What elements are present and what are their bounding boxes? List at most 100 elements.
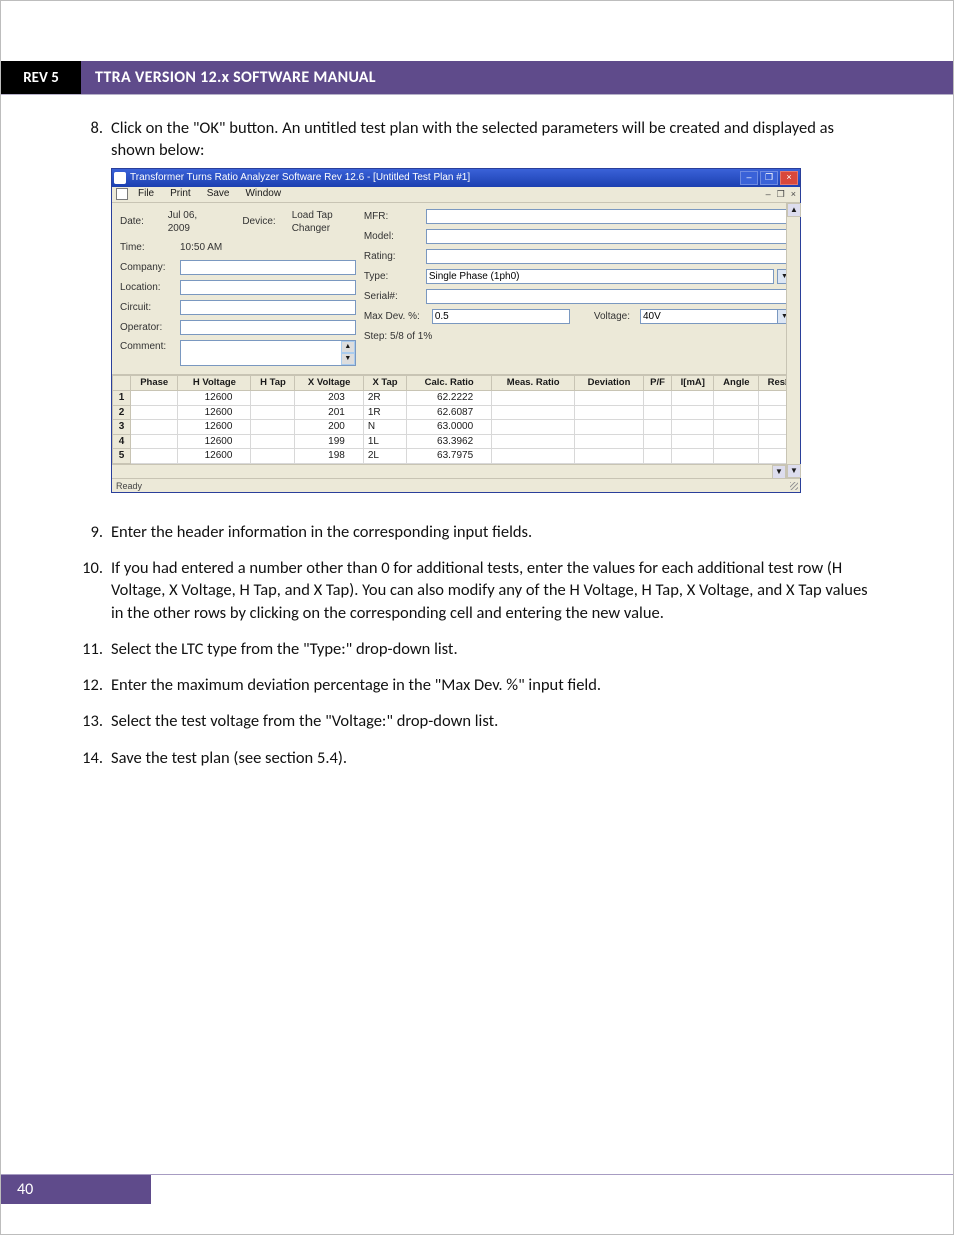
cell-calcratio[interactable]: 63.7975: [407, 449, 492, 464]
test-grid[interactable]: Phase H Voltage H Tap X Voltage X Tap Ca…: [112, 375, 800, 464]
maxdev-field[interactable]: [432, 309, 570, 324]
col-deviation[interactable]: Deviation: [575, 375, 644, 391]
scroll-down-icon[interactable]: ▼: [341, 353, 355, 365]
scroll-up-arrow-icon[interactable]: ▲: [787, 203, 801, 217]
model-field[interactable]: [426, 229, 792, 244]
col-ima[interactable]: I[mA]: [672, 375, 714, 391]
cell-deviation[interactable]: [575, 449, 644, 464]
scroll-down-arrow-icon[interactable]: ▼: [787, 464, 801, 478]
cell-angle[interactable]: [714, 420, 759, 435]
cell-xtap[interactable]: 1R: [363, 405, 406, 420]
table-row[interactable]: 312600200N63.0000: [113, 420, 800, 435]
cell-xvoltage[interactable]: 199: [295, 434, 363, 449]
cell-hvoltage[interactable]: 12600: [178, 449, 251, 464]
serial-field[interactable]: [426, 289, 792, 304]
scroll-down-arrow-icon[interactable]: ▼: [772, 465, 786, 479]
cell-pf[interactable]: [643, 420, 671, 435]
minimize-button[interactable]: –: [740, 171, 758, 185]
cell-hvoltage[interactable]: 12600: [178, 405, 251, 420]
cell-phase[interactable]: [131, 405, 178, 420]
cell-xtap[interactable]: 2L: [363, 449, 406, 464]
cell-pf[interactable]: [643, 434, 671, 449]
cell-hvoltage[interactable]: 12600: [178, 434, 251, 449]
cell-calcratio[interactable]: 63.0000: [407, 420, 492, 435]
cell-angle[interactable]: [714, 449, 759, 464]
menu-window[interactable]: Window: [239, 187, 287, 201]
cell-ima[interactable]: [672, 434, 714, 449]
cell-phase[interactable]: [131, 391, 178, 406]
col-phase[interactable]: Phase: [131, 375, 178, 391]
circuit-field[interactable]: [180, 300, 356, 315]
menu-save[interactable]: Save: [201, 187, 236, 201]
horizontal-scrollbar[interactable]: ▼: [112, 464, 800, 478]
cell-htap[interactable]: [251, 434, 295, 449]
titlebar[interactable]: Transformer Turns Ratio Analyzer Softwar…: [112, 169, 800, 187]
cell-pf[interactable]: [643, 449, 671, 464]
type-dropdown[interactable]: [426, 269, 774, 284]
cell-xvoltage[interactable]: 200: [295, 420, 363, 435]
cell-rownum[interactable]: 4: [113, 434, 131, 449]
table-row[interactable]: 5126001982L63.7975: [113, 449, 800, 464]
col-pf[interactable]: P/F: [643, 375, 671, 391]
vertical-scrollbar[interactable]: ▲ ▼: [786, 203, 800, 478]
cell-xtap[interactable]: 1L: [363, 434, 406, 449]
cell-xtap[interactable]: 2R: [363, 391, 406, 406]
maximize-button[interactable]: ❐: [760, 171, 778, 185]
rating-field[interactable]: [426, 249, 792, 264]
cell-angle[interactable]: [714, 434, 759, 449]
cell-calcratio[interactable]: 62.6087: [407, 405, 492, 420]
cell-phase[interactable]: [131, 434, 178, 449]
comment-field[interactable]: ▲ ▼: [180, 340, 356, 366]
table-row[interactable]: 1126002032R62.2222: [113, 391, 800, 406]
cell-pf[interactable]: [643, 405, 671, 420]
cell-measratio[interactable]: [492, 449, 575, 464]
voltage-dropdown[interactable]: [640, 309, 778, 324]
cell-htap[interactable]: [251, 420, 295, 435]
close-button[interactable]: ×: [780, 171, 798, 185]
cell-rownum[interactable]: 5: [113, 449, 131, 464]
cell-htap[interactable]: [251, 391, 295, 406]
location-field[interactable]: [180, 280, 356, 295]
cell-calcratio[interactable]: 62.2222: [407, 391, 492, 406]
mdi-minimize-button[interactable]: –: [766, 188, 771, 200]
cell-hvoltage[interactable]: 12600: [178, 420, 251, 435]
mdi-doc-icon[interactable]: [116, 188, 128, 200]
menu-file[interactable]: File: [132, 187, 160, 201]
cell-measratio[interactable]: [492, 434, 575, 449]
cell-measratio[interactable]: [492, 420, 575, 435]
col-xtap[interactable]: X Tap: [363, 375, 406, 391]
cell-measratio[interactable]: [492, 405, 575, 420]
cell-deviation[interactable]: [575, 434, 644, 449]
cell-xvoltage[interactable]: 201: [295, 405, 363, 420]
cell-rownum[interactable]: 3: [113, 420, 131, 435]
cell-rownum[interactable]: 2: [113, 405, 131, 420]
col-calcratio[interactable]: Calc. Ratio: [407, 375, 492, 391]
col-measratio[interactable]: Meas. Ratio: [492, 375, 575, 391]
col-htap[interactable]: H Tap: [251, 375, 295, 391]
company-field[interactable]: [180, 260, 356, 275]
cell-deviation[interactable]: [575, 420, 644, 435]
table-row[interactable]: 4126001991L63.3962: [113, 434, 800, 449]
menu-print[interactable]: Print: [164, 187, 197, 201]
cell-deviation[interactable]: [575, 391, 644, 406]
cell-htap[interactable]: [251, 405, 295, 420]
col-xvoltage[interactable]: X Voltage: [295, 375, 363, 391]
cell-xvoltage[interactable]: 203: [295, 391, 363, 406]
mdi-restore-button[interactable]: ❐: [777, 188, 785, 200]
col-rownum[interactable]: [113, 375, 131, 391]
table-row[interactable]: 2 12600 2011R62.6087: [113, 405, 800, 420]
cell-deviation[interactable]: [575, 405, 644, 420]
cell-phase[interactable]: [131, 420, 178, 435]
cell-rownum[interactable]: 1: [113, 391, 131, 406]
cell-ima[interactable]: [672, 420, 714, 435]
cell-ima[interactable]: [672, 391, 714, 406]
col-angle[interactable]: Angle: [714, 375, 759, 391]
cell-ima[interactable]: [672, 405, 714, 420]
cell-angle[interactable]: [714, 405, 759, 420]
cell-measratio[interactable]: [492, 391, 575, 406]
cell-angle[interactable]: [714, 391, 759, 406]
scroll-up-icon[interactable]: ▲: [341, 341, 355, 353]
mdi-close-button[interactable]: ×: [791, 188, 796, 200]
cell-htap[interactable]: [251, 449, 295, 464]
mfr-field[interactable]: [426, 209, 792, 224]
